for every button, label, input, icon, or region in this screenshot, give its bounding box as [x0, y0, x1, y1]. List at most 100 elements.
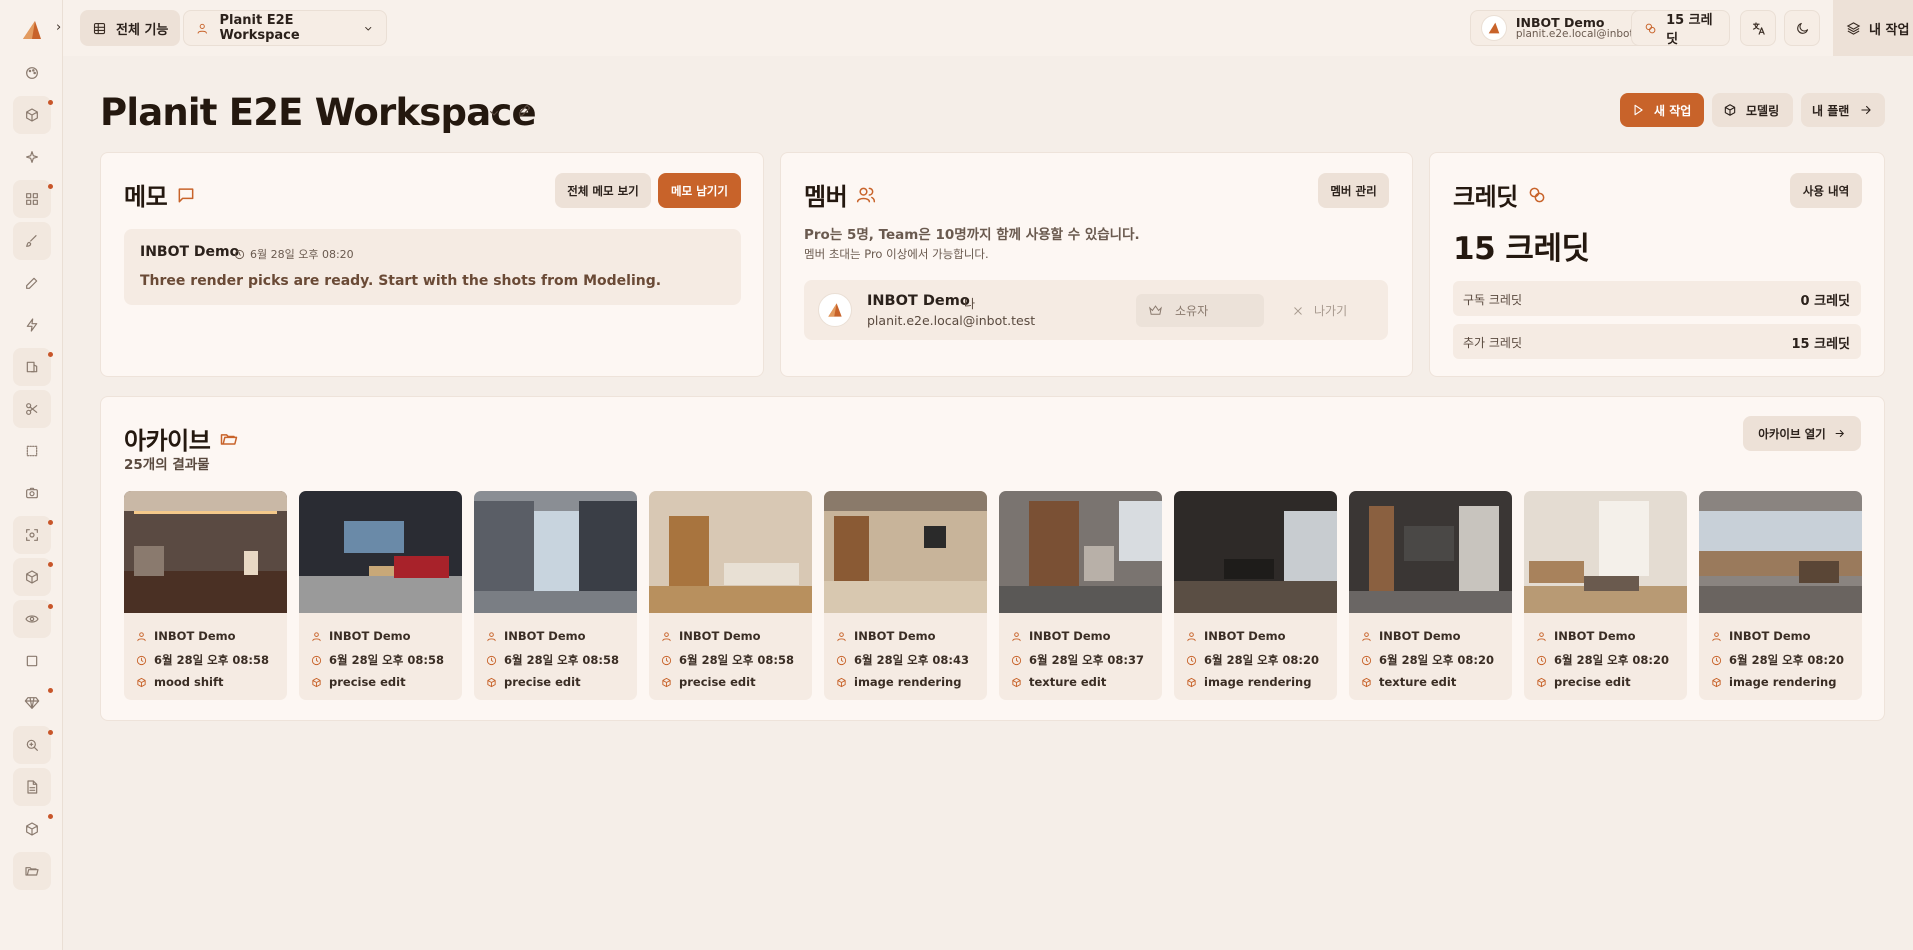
item-time-text: 6월 28일 오후 08:20: [1379, 653, 1494, 667]
folder-open-icon: [221, 433, 238, 445]
user-icon: [1712, 631, 1721, 641]
archive-item[interactable]: INBOT Demo 6월 28일 오후 08:58 precise edit: [474, 491, 637, 700]
clock-icon: [661, 655, 672, 665]
members-title-text: 멤버: [804, 183, 848, 211]
scissors-icon[interactable]: [13, 390, 51, 428]
leave-workspace-button[interactable]: 나가기: [1278, 294, 1376, 327]
grid-icon: [93, 22, 106, 34]
document-icon[interactable]: [13, 768, 51, 806]
archive-item[interactable]: INBOT Demo 6월 28일 오후 08:58 precise edit: [299, 491, 462, 700]
folder-icon[interactable]: [13, 852, 51, 890]
extra-credit-label: 추가 크레딧: [1463, 336, 1523, 350]
credits-title-text: 크레딧: [1453, 183, 1518, 211]
crown-icon: [1149, 305, 1162, 315]
clock-icon: [136, 655, 147, 665]
member-me-badge: 나: [964, 297, 976, 311]
leave-memo-button[interactable]: 메모 남기기: [658, 173, 741, 208]
item-author: INBOT Demo: [1011, 629, 1111, 643]
member-role-select[interactable]: 소유자: [1136, 294, 1264, 327]
chevron-down-icon[interactable]: [486, 105, 502, 125]
item-author-text: INBOT Demo: [504, 629, 586, 643]
square-icon[interactable]: [13, 642, 51, 680]
gem-icon[interactable]: [13, 684, 53, 722]
archive-item[interactable]: INBOT Demo 6월 28일 오후 08:20 texture edit: [1349, 491, 1512, 700]
credits-card: 크레딧 사용 내역 15 크레딧 구독 크레딧 0 크레딧 추가 크레딧 15 …: [1429, 152, 1885, 377]
manage-members-button[interactable]: 멤버 관리: [1318, 173, 1389, 208]
pencil-icon[interactable]: [13, 264, 51, 302]
my-tasks-button[interactable]: 내 작업: [1833, 0, 1913, 56]
top-bar: 전체 기능 Planit E2E Workspace INBOT Demo pl…: [63, 0, 1913, 56]
archive-title: 아카이브: [124, 421, 239, 456]
modeling-button[interactable]: 모델링: [1712, 93, 1793, 127]
play-icon: [1634, 104, 1643, 116]
package-icon[interactable]: [13, 810, 53, 848]
indicator-dot: [48, 688, 53, 693]
open-archive-button[interactable]: 아카이브 열기: [1743, 416, 1861, 451]
item-author: INBOT Demo: [661, 629, 761, 643]
subscription-credit-row: 구독 크레딧 0 크레딧: [1453, 281, 1861, 316]
item-author-text: INBOT Demo: [154, 629, 236, 643]
box-icon[interactable]: [13, 558, 53, 596]
language-button[interactable]: [1740, 10, 1776, 46]
indicator-dot: [48, 730, 53, 735]
item-author-text: INBOT Demo: [1029, 629, 1111, 643]
indicator-dot: [48, 100, 53, 105]
archive-item[interactable]: INBOT Demo 6월 28일 오후 08:20 image renderi…: [1174, 491, 1337, 700]
credits-label: 15 크레딧: [1666, 13, 1713, 47]
all-features-button[interactable]: 전체 기능: [80, 10, 181, 46]
cube-icon[interactable]: [13, 96, 53, 134]
archive-item[interactable]: INBOT Demo 6월 28일 오후 08:58 precise edit: [649, 491, 812, 700]
user-icon: [197, 23, 207, 34]
zoom-icon[interactable]: [13, 726, 53, 764]
grid-icon[interactable]: [13, 180, 53, 218]
item-type-text: precise edit: [1554, 675, 1631, 689]
usage-history-button[interactable]: 사용 내역: [1790, 173, 1862, 208]
archive-item[interactable]: INBOT Demo 6월 28일 오후 08:58 mood shift: [124, 491, 287, 700]
archive-item[interactable]: INBOT Demo 6월 28일 오후 08:20 precise edit: [1524, 491, 1687, 700]
close-icon: [1294, 306, 1302, 315]
theme-toggle-button[interactable]: [1784, 10, 1820, 46]
archive-item[interactable]: INBOT Demo 6월 28일 오후 08:20 image renderi…: [1699, 491, 1862, 700]
new-task-button[interactable]: 새 작업: [1620, 93, 1704, 127]
planit-logo: [828, 303, 842, 317]
item-type: precise edit: [1536, 675, 1631, 689]
credits-button[interactable]: 15 크레딧: [1631, 10, 1730, 47]
item-time-text: 6월 28일 오후 08:58: [679, 653, 794, 667]
archive-title-text: 아카이브: [124, 427, 211, 455]
focus-icon[interactable]: [13, 516, 53, 554]
clock-icon: [1536, 655, 1547, 665]
item-time: 6월 28일 오후 08:20: [1536, 652, 1669, 668]
planit-logo[interactable]: [20, 18, 44, 42]
sparkle-icon[interactable]: [13, 138, 51, 176]
camera-icon[interactable]: [13, 474, 51, 512]
select-icon[interactable]: [13, 432, 51, 470]
my-plan-button[interactable]: 내 플랜: [1801, 93, 1885, 127]
workspace-selector[interactable]: Planit E2E Workspace: [183, 10, 387, 46]
indicator-dot: [48, 562, 53, 567]
clock-icon: [1361, 655, 1372, 665]
bolt-icon[interactable]: [13, 306, 51, 344]
render-thumbnail: [649, 491, 812, 613]
clock-icon: [1011, 655, 1022, 665]
memo-item[interactable]: INBOT Demo 6월 28일 오후 08:20 Three render …: [124, 229, 741, 305]
sidebar: ›: [0, 0, 63, 950]
archive-item[interactable]: INBOT Demo 6월 28일 오후 08:43 image renderi…: [824, 491, 987, 700]
indicator-dot: [48, 352, 53, 357]
layers-icon[interactable]: [13, 348, 53, 386]
view-all-memos-button[interactable]: 전체 메모 보기: [555, 173, 651, 208]
brush-icon[interactable]: [13, 222, 51, 260]
palette-icon[interactable]: [13, 54, 51, 92]
archive-item[interactable]: INBOT Demo 6월 28일 오후 08:37 texture edit: [999, 491, 1162, 700]
item-time: 6월 28일 오후 08:58: [661, 652, 794, 668]
indicator-dot: [48, 520, 53, 525]
expand-sidebar-chevron-icon[interactable]: ›: [56, 20, 61, 35]
item-type-text: image rendering: [1729, 675, 1837, 689]
item-author-text: INBOT Demo: [1204, 629, 1286, 643]
extra-credit-value: 15 크레딧: [1791, 337, 1851, 352]
item-author: INBOT Demo: [1361, 629, 1461, 643]
edit-title-pencil-icon[interactable]: [517, 102, 533, 122]
clock-icon: [1186, 655, 1197, 665]
eye-icon[interactable]: [13, 600, 53, 638]
user-icon: [662, 631, 671, 641]
indicator-dot: [48, 604, 53, 609]
